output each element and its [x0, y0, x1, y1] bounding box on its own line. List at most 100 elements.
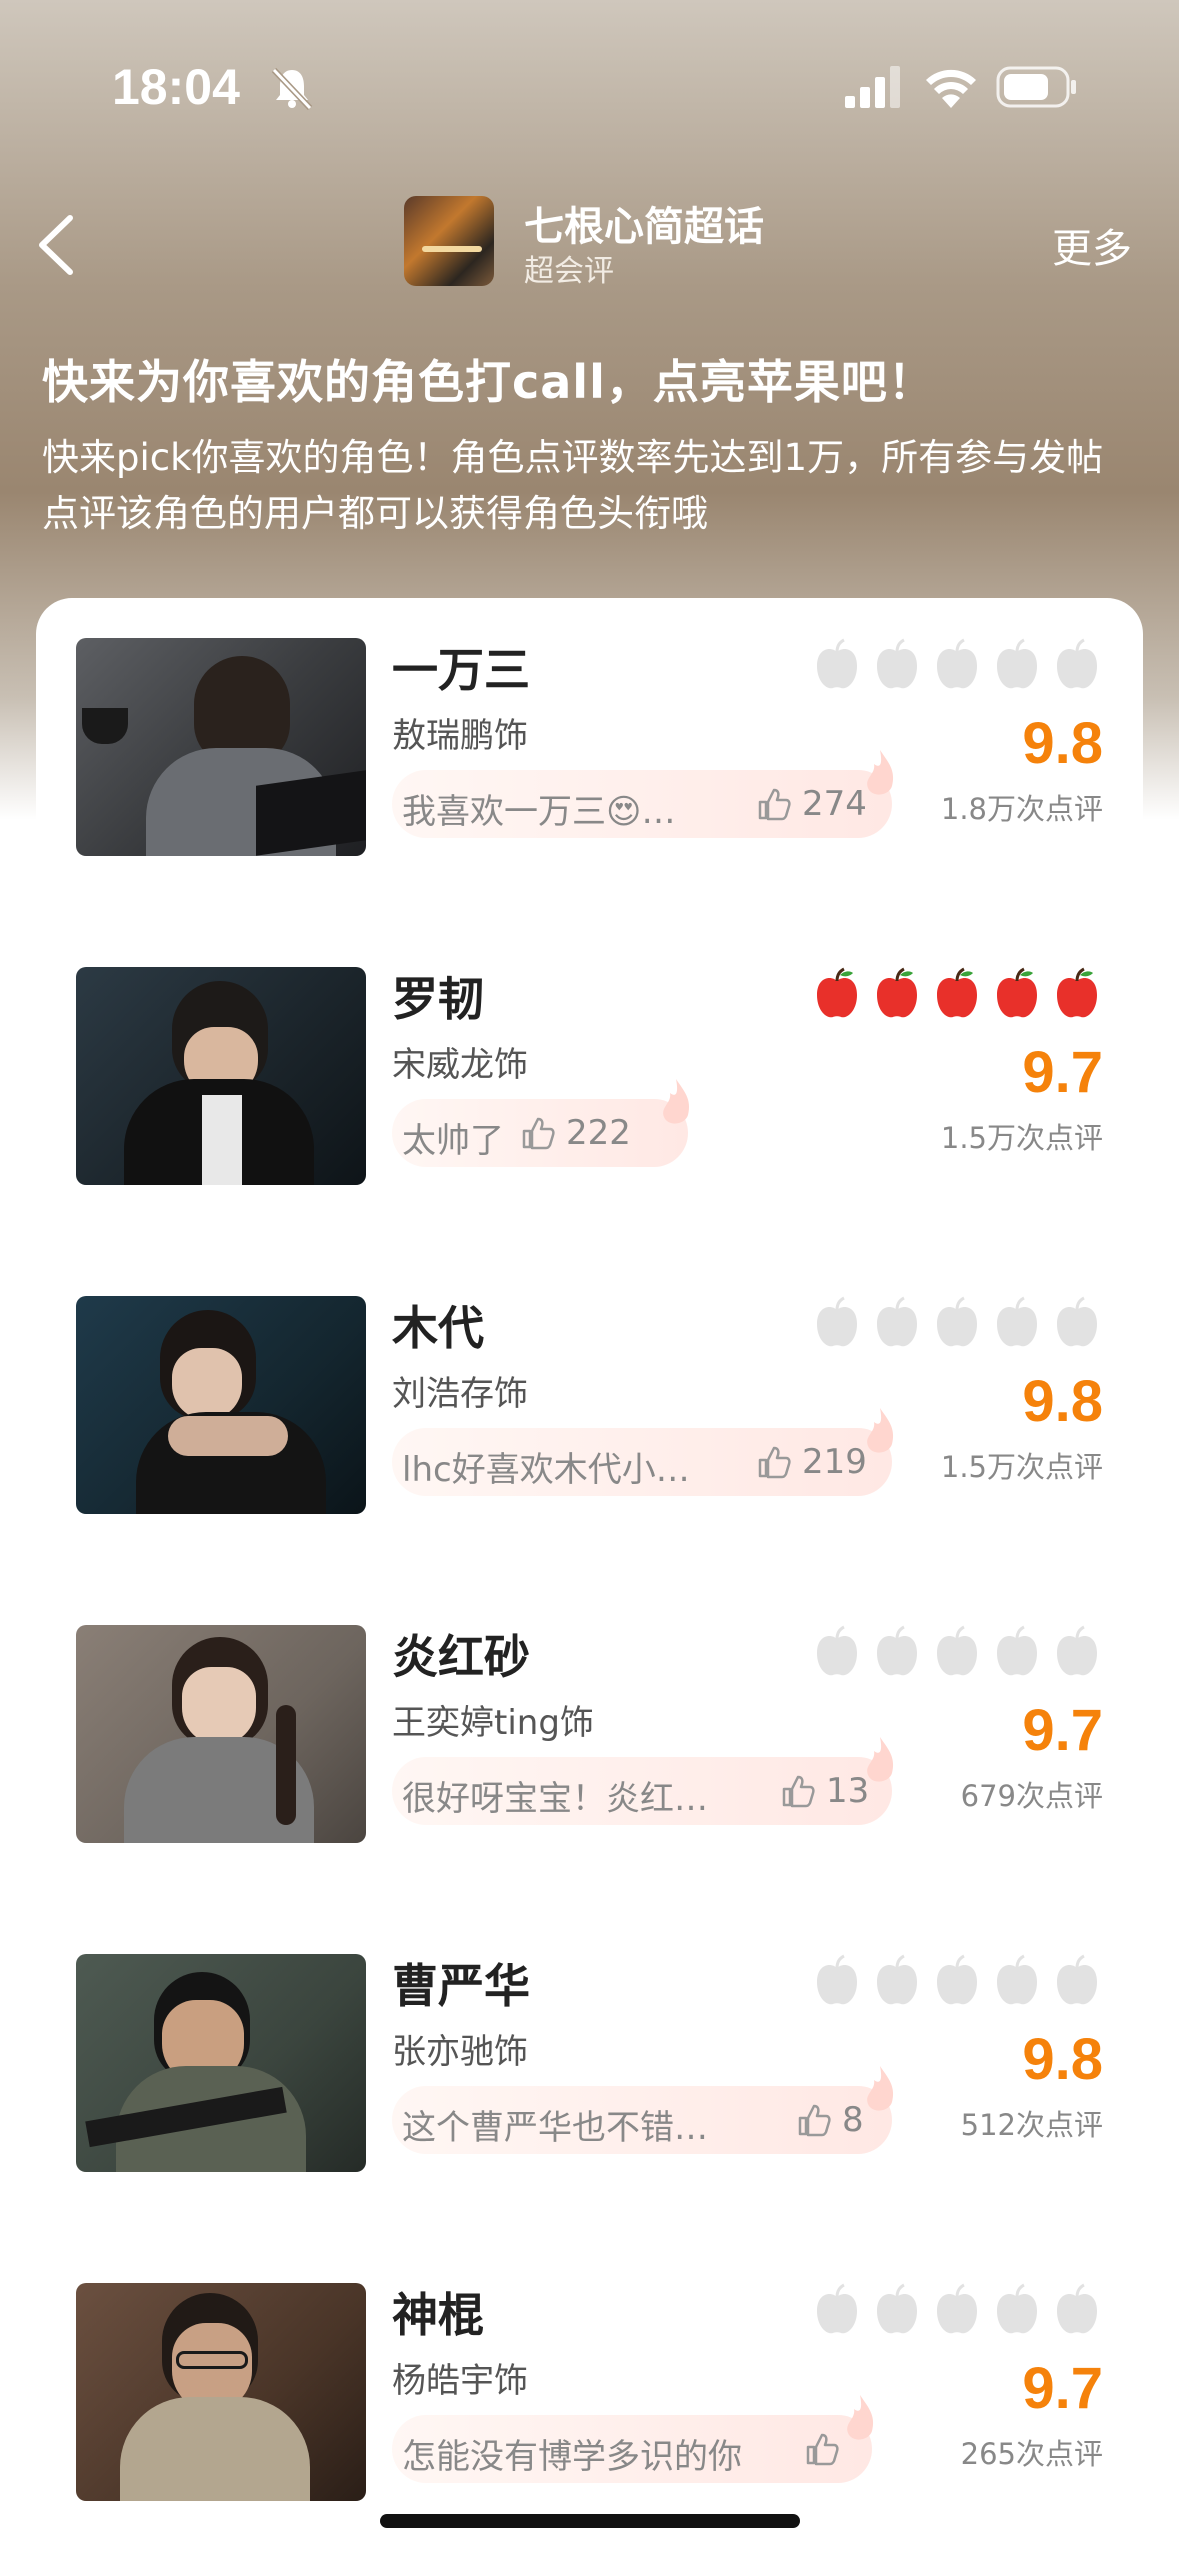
- character-photo[interactable]: [76, 1625, 366, 1843]
- apple-icon[interactable]: [933, 967, 981, 1021]
- character-name: 神棍: [392, 2288, 484, 2342]
- apple-rating[interactable]: [813, 1954, 1103, 2010]
- apple-icon[interactable]: [1053, 638, 1101, 692]
- character-photo[interactable]: [76, 1296, 366, 1514]
- apple-icon[interactable]: [873, 1954, 921, 2008]
- apple-icon[interactable]: [1053, 2283, 1101, 2337]
- character-row[interactable]: 木代 刘浩存饰 lhc好喜欢木代小… 219 9.8 1.5万次点评: [36, 1256, 1143, 1514]
- character-row[interactable]: 一万三 敖瑞鹏饰 我喜欢一万三😍… 274 9.8 1.8万次点评: [36, 598, 1143, 856]
- thumbs-up-icon[interactable]: [756, 786, 792, 822]
- character-photo[interactable]: [76, 967, 366, 1185]
- character-name: 罗韧: [392, 972, 484, 1026]
- comment-text: 这个曹严华也不错…: [402, 2108, 708, 2148]
- apple-icon[interactable]: [993, 1954, 1041, 2008]
- actor-name: 宋威龙饰: [392, 1045, 528, 1085]
- character-name: 曹严华: [392, 1959, 530, 2013]
- back-button[interactable]: [28, 210, 84, 280]
- like-count: 222: [566, 1113, 631, 1153]
- hot-comment[interactable]: 很好呀宝宝！炎红… 13: [392, 1737, 894, 1825]
- apple-icon[interactable]: [873, 967, 921, 1021]
- hot-comment[interactable]: 怎能没有博学多识的你: [392, 2395, 874, 2483]
- character-list: 一万三 敖瑞鹏饰 我喜欢一万三😍… 274 9.8 1.8万次点评 罗韧 宋威龙…: [36, 598, 1143, 2556]
- character-score: 9.7: [1022, 2356, 1103, 2421]
- apple-icon[interactable]: [1053, 967, 1101, 1021]
- promo-title: 快来为你喜欢的角色打call，点亮苹果吧！: [42, 355, 935, 409]
- character-row[interactable]: 炎红砂 王奕婷ting饰 很好呀宝宝！炎红… 13 9.7 679次点评: [36, 1585, 1143, 1843]
- topic-title[interactable]: 七根心简超话: [524, 194, 764, 252]
- apple-rating[interactable]: [813, 1296, 1103, 1352]
- apple-icon[interactable]: [993, 1625, 1041, 1679]
- comment-text: 很好呀宝宝！炎红…: [402, 1779, 708, 1819]
- actor-name: 敖瑞鹏饰: [392, 716, 528, 756]
- top-navigation: 七根心简超话 超会评 更多: [0, 180, 1179, 310]
- apple-icon[interactable]: [1053, 1296, 1101, 1350]
- actor-name: 刘浩存饰: [392, 1374, 528, 1414]
- apple-icon[interactable]: [1053, 1954, 1101, 2008]
- apple-icon[interactable]: [813, 1625, 861, 1679]
- thumbs-up-icon[interactable]: [804, 2431, 840, 2467]
- actor-name: 杨皓宇饰: [392, 2361, 528, 2401]
- apple-rating[interactable]: [813, 967, 1103, 1023]
- cellular-signal-icon: [845, 66, 900, 108]
- thumbs-up-icon[interactable]: [796, 2102, 832, 2138]
- hot-comment[interactable]: lhc好喜欢木代小… 219: [392, 1408, 894, 1496]
- like-count: 274: [802, 784, 867, 824]
- apple-icon[interactable]: [993, 638, 1041, 692]
- apple-icon[interactable]: [933, 2283, 981, 2337]
- apple-icon[interactable]: [993, 1296, 1041, 1350]
- apple-icon[interactable]: [873, 1296, 921, 1350]
- apple-rating[interactable]: [813, 1625, 1103, 1681]
- comment-text: 我喜欢一万三😍…: [402, 792, 676, 832]
- apple-icon[interactable]: [933, 1954, 981, 2008]
- apple-icon[interactable]: [933, 1296, 981, 1350]
- review-count: 679次点评: [960, 1779, 1103, 1813]
- apple-icon[interactable]: [813, 2283, 861, 2337]
- flame-icon: [847, 2395, 874, 2440]
- more-button[interactable]: 更多: [1052, 216, 1132, 274]
- thumbs-up-icon[interactable]: [756, 1444, 792, 1480]
- apple-icon[interactable]: [813, 1296, 861, 1350]
- apple-rating[interactable]: [813, 638, 1103, 694]
- hot-comment[interactable]: 太帅了 222: [392, 1079, 690, 1167]
- review-count: 1.5万次点评: [940, 1121, 1103, 1155]
- flame-icon: [663, 1079, 690, 1124]
- apple-rating[interactable]: [813, 2283, 1103, 2339]
- topic-avatar[interactable]: [404, 196, 494, 286]
- hot-comment[interactable]: 我喜欢一万三😍… 274: [392, 750, 894, 838]
- character-photo[interactable]: [76, 1954, 366, 2172]
- actor-name: 王奕婷ting饰: [392, 1703, 594, 1743]
- apple-icon[interactable]: [993, 2283, 1041, 2337]
- flame-icon: [867, 1408, 894, 1453]
- flame-icon: [867, 2066, 894, 2111]
- apple-icon[interactable]: [1053, 1625, 1101, 1679]
- review-count: 1.8万次点评: [940, 792, 1103, 826]
- apple-icon[interactable]: [813, 967, 861, 1021]
- like-count: 8: [842, 2100, 864, 2140]
- character-row[interactable]: 神棍 杨皓宇饰 怎能没有博学多识的你 9.7 265次点评: [36, 2243, 1143, 2501]
- topic-subtitle: 超会评: [524, 254, 614, 289]
- thumbs-up-icon[interactable]: [520, 1115, 556, 1151]
- home-indicator[interactable]: [380, 2514, 800, 2528]
- apple-icon[interactable]: [993, 967, 1041, 1021]
- apple-icon[interactable]: [873, 2283, 921, 2337]
- character-photo[interactable]: [76, 638, 366, 856]
- character-photo[interactable]: [76, 2283, 366, 2501]
- apple-icon[interactable]: [813, 1954, 861, 2008]
- apple-icon[interactable]: [933, 1625, 981, 1679]
- review-count: 512次点评: [960, 2108, 1103, 2142]
- apple-icon[interactable]: [873, 638, 921, 692]
- character-row[interactable]: 罗韧 宋威龙饰 太帅了 222 9.7 1.5万次点评: [36, 927, 1143, 1185]
- character-score: 9.8: [1022, 1369, 1103, 1434]
- character-score: 9.7: [1022, 1698, 1103, 1763]
- character-row[interactable]: 曹严华 张亦驰饰 这个曹严华也不错… 8 9.8 512次点评: [36, 1914, 1143, 2172]
- apple-icon[interactable]: [813, 638, 861, 692]
- actor-name: 张亦驰饰: [392, 2032, 528, 2072]
- apple-icon[interactable]: [873, 1625, 921, 1679]
- character-score: 9.7: [1022, 1040, 1103, 1105]
- character-score: 9.8: [1022, 2027, 1103, 2092]
- thumbs-up-icon[interactable]: [780, 1773, 816, 1809]
- like-count: 219: [802, 1442, 867, 1482]
- hot-comment[interactable]: 这个曹严华也不错… 8: [392, 2066, 894, 2154]
- battery-icon: [996, 66, 1076, 108]
- apple-icon[interactable]: [933, 638, 981, 692]
